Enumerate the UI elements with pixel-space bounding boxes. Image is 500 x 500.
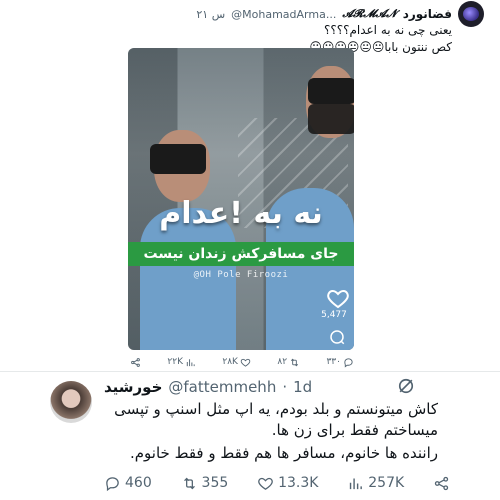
heart-icon bbox=[240, 358, 251, 367]
tweet-divider bbox=[0, 371, 500, 372]
quoted-reply-count: ۳۳۰ bbox=[326, 357, 341, 367]
reply-header: خورشید @fattemmehh · 1d bbox=[104, 378, 312, 396]
heart-icon[interactable] bbox=[326, 286, 350, 310]
quoted-brand-name: 𝓐𝓡𝓜𝓐𝓝 bbox=[342, 7, 397, 20]
video-like-count: 5,477 bbox=[321, 310, 347, 320]
video-mask-right-top bbox=[308, 78, 354, 104]
views-icon bbox=[186, 358, 195, 366]
quoted-tweet[interactable]: فضانورد 𝓐𝓡𝓜𝓐𝓝 @MohamadArma... ۲۱ س یعنی … bbox=[0, 0, 500, 372]
share-icon bbox=[434, 476, 449, 490]
quoted-retweet-count: ۸۲ bbox=[277, 357, 288, 367]
reply-handle[interactable]: @fattemmehh bbox=[168, 378, 276, 396]
reply-display-name[interactable]: خورشید bbox=[104, 378, 162, 396]
quoted-share-action[interactable] bbox=[130, 357, 141, 368]
reply-icon bbox=[344, 357, 353, 368]
retweet-count: 355 bbox=[201, 475, 229, 491]
quoted-avatar[interactable] bbox=[458, 1, 484, 27]
quoted-like-count: ۲۸K bbox=[222, 357, 238, 367]
retweet-icon bbox=[291, 358, 299, 366]
like-count: 13.3K bbox=[278, 475, 319, 491]
heart-icon bbox=[258, 477, 273, 490]
reply-time[interactable]: 1d bbox=[293, 378, 312, 396]
reply-icon bbox=[106, 476, 119, 491]
quoted-video[interactable]: نه به !عدام جای مسافرکش زندان نیست @OH P… bbox=[128, 48, 354, 350]
reply-text: کاش میتونستم و بلد بودم، یه اپ مثل اسنپ … bbox=[68, 399, 438, 464]
quoted-actions: ۳۳۰ ۸۲ ۲۸K ۲۲K bbox=[130, 354, 354, 370]
like-action[interactable]: 13.3K bbox=[257, 475, 318, 492]
grok-icon[interactable] bbox=[396, 376, 416, 396]
quoted-views-action[interactable]: ۲۲K bbox=[167, 357, 196, 368]
reply-text-line2: میساختم فقط برای زن ها. bbox=[271, 421, 438, 439]
retweet-action[interactable]: 355 bbox=[181, 475, 229, 492]
quoted-handle[interactable]: @MohamadArma... bbox=[231, 8, 336, 21]
quoted-reply-action[interactable]: ۳۳۰ bbox=[326, 357, 354, 368]
video-mask-left bbox=[150, 144, 206, 174]
chat-icon[interactable] bbox=[328, 328, 346, 346]
share-action[interactable] bbox=[433, 475, 450, 492]
quoted-like-action[interactable]: ۲۸K bbox=[222, 357, 251, 368]
retweet-icon bbox=[183, 477, 195, 489]
reply-actions: 460 355 13.3K 257K bbox=[104, 472, 450, 494]
reply-text-line1: کاش میتونستم و بلد بودم، یه اپ مثل اسنپ … bbox=[114, 400, 438, 418]
quoted-view-count: ۲۲K bbox=[167, 357, 183, 367]
views-action[interactable]: 257K bbox=[347, 475, 404, 492]
video-banner: جای مسافرکش زندان نیست bbox=[128, 242, 354, 266]
views-icon bbox=[350, 478, 363, 489]
quoted-time[interactable]: ۲۱ س bbox=[196, 8, 225, 21]
quoted-retweet-action[interactable]: ۸۲ bbox=[277, 357, 300, 368]
reply-count: 460 bbox=[125, 475, 152, 491]
reply-action[interactable]: 460 bbox=[104, 475, 152, 492]
video-mask-right bbox=[308, 104, 354, 134]
reply-text-line3: راننده ها خانوم، مسافر ها هم فقط و فقط خ… bbox=[130, 444, 438, 462]
share-icon bbox=[131, 357, 140, 367]
quoted-text-line1: یعنی چی نه به اعدام؟؟؟؟ bbox=[323, 23, 452, 37]
view-count: 257K bbox=[368, 475, 405, 491]
video-overlay-title: نه به !عدام bbox=[159, 196, 323, 231]
video-watermark: @OH Pole Firoozi bbox=[193, 270, 289, 280]
reply-dot-separator: · bbox=[282, 378, 288, 396]
quoted-display-name[interactable]: فضانورد bbox=[403, 7, 452, 21]
